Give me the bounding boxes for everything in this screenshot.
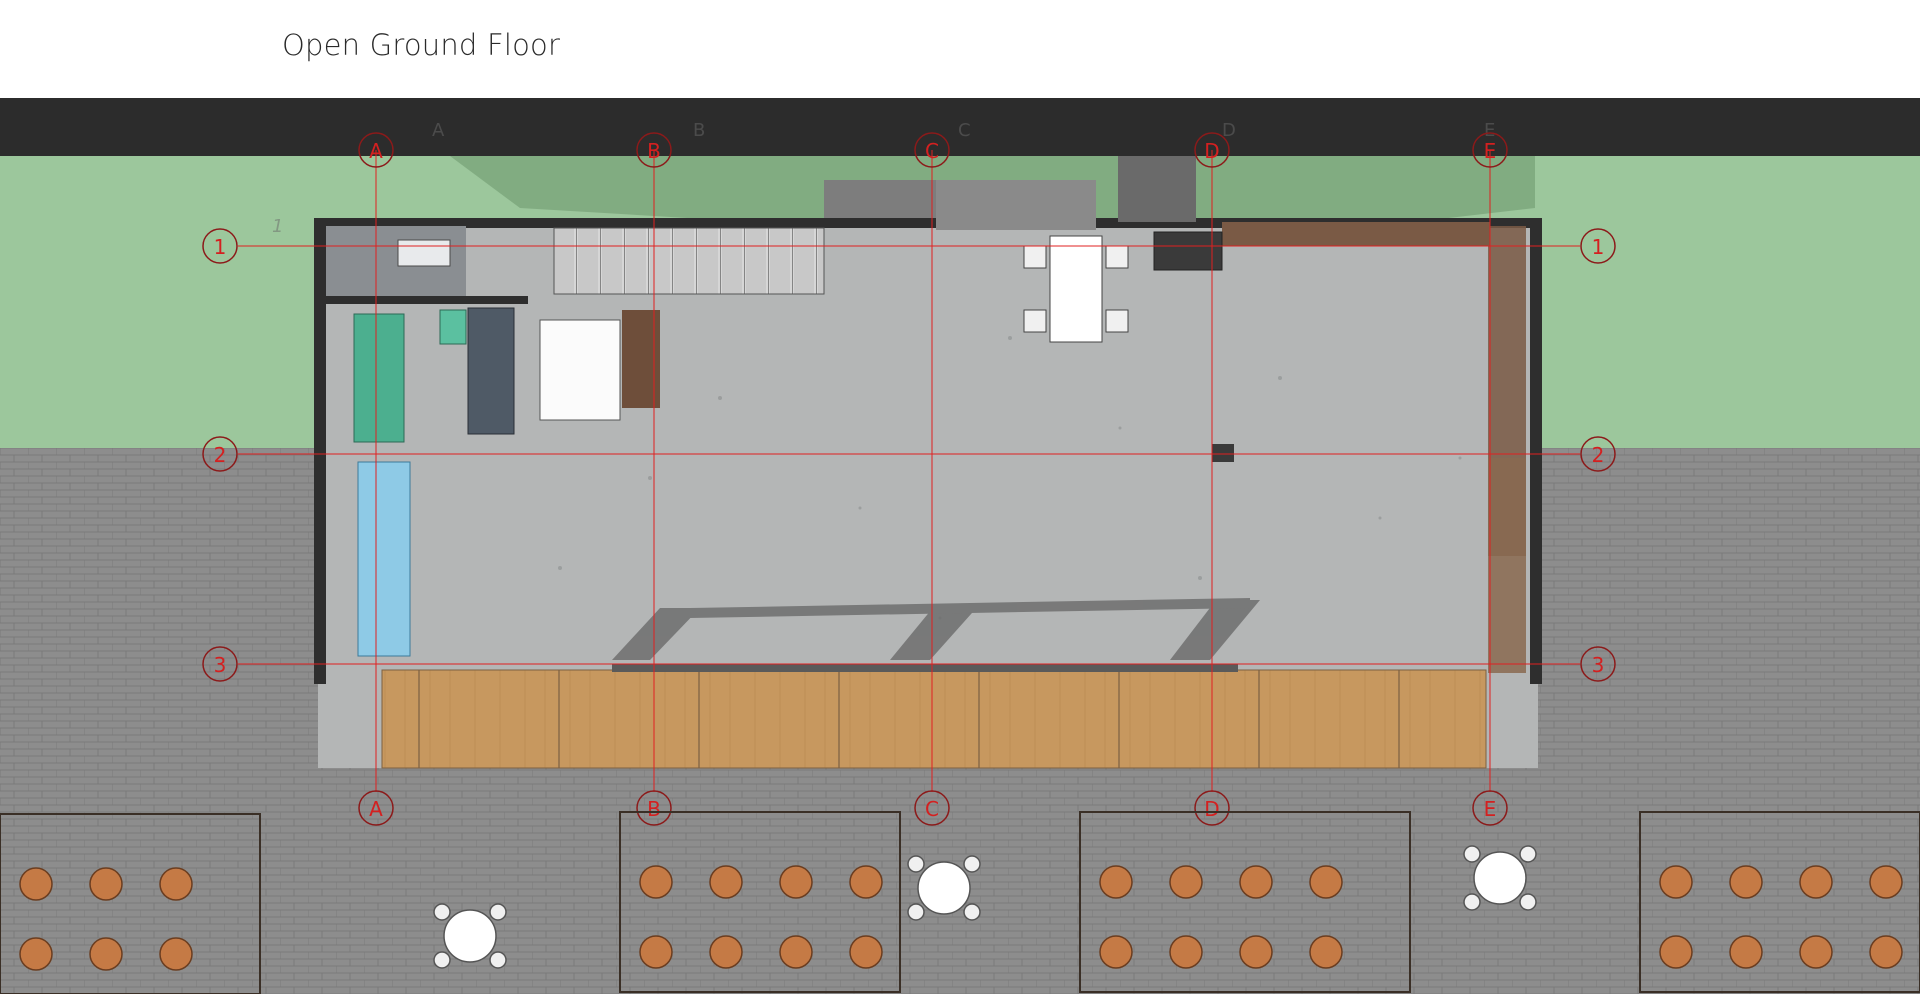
planter-icon bbox=[89, 937, 123, 971]
planter-icon bbox=[709, 865, 743, 899]
table-chair-icon bbox=[963, 903, 981, 921]
planter-icon bbox=[849, 865, 883, 899]
table-chair-icon bbox=[907, 855, 925, 873]
planter-icon bbox=[1309, 865, 1343, 899]
south-glazing bbox=[612, 664, 1238, 672]
planter-icon bbox=[1309, 935, 1343, 969]
planter-icon bbox=[1799, 865, 1833, 899]
planter-icon bbox=[1099, 865, 1133, 899]
grid-bubble-label: A bbox=[369, 139, 383, 163]
planter-icon bbox=[89, 867, 123, 901]
planter-icon bbox=[1169, 935, 1203, 969]
table-chair-icon bbox=[433, 951, 451, 969]
kitchen-island bbox=[439, 309, 467, 345]
ghost-label-a: A bbox=[432, 120, 445, 141]
planter-icon bbox=[1659, 865, 1693, 899]
planter-icon bbox=[779, 935, 813, 969]
grid-bubble-label: E bbox=[1484, 139, 1497, 163]
table-chair-icon bbox=[1519, 893, 1537, 911]
planter-icon bbox=[19, 937, 53, 971]
table-chair-icon bbox=[1519, 845, 1537, 863]
grid-bubble-label: C bbox=[925, 797, 939, 821]
ghost-label-b: B bbox=[693, 120, 705, 141]
planter-icon bbox=[779, 865, 813, 899]
floor-plan-drawing[interactable]: A B C D E 1 AABBCCDDEE1 12 23 3 bbox=[0, 98, 1920, 994]
model-viewport[interactable]: A B C D E 1 A A B B C C D D E E 1 1 2 2 … bbox=[0, 98, 1920, 994]
table-chair-icon bbox=[489, 903, 507, 921]
partition-wall bbox=[318, 296, 528, 304]
grid-bubble-label: 2 bbox=[1592, 443, 1605, 467]
planter-icon bbox=[639, 865, 673, 899]
grid-bubble-label: A bbox=[369, 797, 383, 821]
grid-bubble-label: 3 bbox=[214, 653, 227, 677]
grid-bubble-label: B bbox=[647, 139, 661, 163]
grid-bubble-label: D bbox=[1204, 797, 1219, 821]
planter-icon bbox=[1869, 865, 1903, 899]
stair bbox=[553, 227, 825, 295]
facade-north-right bbox=[1222, 222, 1490, 246]
planter-icon bbox=[709, 935, 743, 969]
table-chair-icon bbox=[963, 855, 981, 873]
planter-icon bbox=[159, 867, 193, 901]
wall-east bbox=[1530, 218, 1542, 684]
table-chair-icon bbox=[907, 903, 925, 921]
upper-landing-left bbox=[824, 180, 936, 218]
table-chair-icon bbox=[1473, 851, 1527, 905]
dining-chair bbox=[1105, 309, 1129, 333]
grid-bubble-label: 3 bbox=[1592, 653, 1605, 677]
planter-icon bbox=[849, 935, 883, 969]
planter-icon bbox=[1729, 865, 1763, 899]
brick-wall-east-lower bbox=[1488, 458, 1526, 673]
table-chair-icon bbox=[489, 951, 507, 969]
dining-chair bbox=[1105, 245, 1129, 269]
ghost-label-e: E bbox=[1484, 120, 1495, 141]
planter-icon bbox=[1099, 935, 1133, 969]
planter-icon bbox=[159, 937, 193, 971]
page-title: Open Ground Floor bbox=[282, 28, 561, 62]
grid-bubble-label: 1 bbox=[1592, 235, 1605, 259]
dining-chair bbox=[1023, 309, 1047, 333]
grid-bubble-label: B bbox=[647, 797, 661, 821]
table-chair-icon bbox=[1463, 845, 1481, 863]
planter-icon bbox=[1799, 935, 1833, 969]
table-chair-icon bbox=[433, 903, 451, 921]
grid-bubble-label: C bbox=[925, 139, 939, 163]
table-chair-icon bbox=[1463, 893, 1481, 911]
ghost-label-c: C bbox=[958, 120, 971, 141]
planter-icon bbox=[1729, 935, 1763, 969]
grid-bubble-label: E bbox=[1484, 797, 1497, 821]
title-bar: Open Ground Floor bbox=[0, 0, 1920, 98]
ghost-label-1: 1 bbox=[272, 216, 283, 237]
grid-bubble-label: 1 bbox=[214, 235, 227, 259]
landing bbox=[1118, 156, 1196, 222]
timber-deck bbox=[381, 669, 1487, 769]
bathroom-vanity bbox=[397, 239, 451, 267]
planter-icon bbox=[1659, 935, 1693, 969]
planter-icon bbox=[1869, 935, 1903, 969]
grid-bubble-label: 2 bbox=[214, 443, 227, 467]
dining-chair bbox=[1023, 245, 1047, 269]
planter-icon bbox=[1169, 865, 1203, 899]
kitchen-bench bbox=[353, 313, 405, 443]
wall-west bbox=[314, 218, 326, 684]
planter-icon bbox=[639, 935, 673, 969]
dining-table bbox=[1049, 235, 1103, 343]
table-chair-icon bbox=[443, 909, 497, 963]
planter-icon bbox=[1239, 865, 1273, 899]
upper-stair bbox=[936, 180, 1096, 230]
shutter-panel bbox=[467, 307, 515, 435]
table-chair-icon bbox=[917, 861, 971, 915]
grid-bubble-label: D bbox=[1204, 139, 1219, 163]
water-feature bbox=[357, 461, 411, 657]
planter-icon bbox=[1239, 935, 1273, 969]
column-d2 bbox=[1212, 444, 1234, 462]
planter-icon bbox=[19, 867, 53, 901]
white-box bbox=[539, 319, 621, 421]
